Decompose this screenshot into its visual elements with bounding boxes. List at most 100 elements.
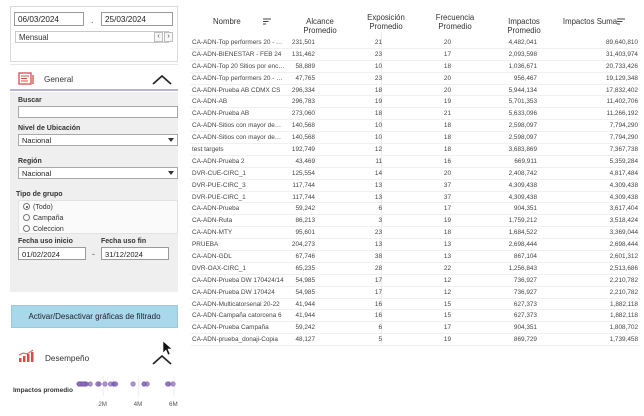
fecha-inicio-label: Fecha uso inicio	[18, 238, 73, 245]
cell-value: 204,273	[291, 241, 315, 249]
data-point[interactable]	[170, 381, 176, 387]
end-date-input[interactable]: 25/03/2024	[101, 12, 173, 26]
table-row[interactable]: CA-ADN-GDL 67,746 38 13 867,104 2,601,312	[190, 251, 640, 263]
table-row[interactable]: CA-ADN-Prueba AB CDMX CS 296,334 18 20 5,944…	[190, 85, 640, 97]
cell-value: 43,469	[295, 157, 315, 165]
tick-label: 2M	[98, 401, 107, 408]
sort-icon[interactable]	[617, 18, 625, 25]
table-row[interactable]: test targets 192,749 12 18 3,683,869 7,367,73…	[190, 144, 640, 156]
cell-value: 231,501	[291, 39, 315, 46]
radio-coleccion[interactable]: Coleccion	[23, 225, 64, 233]
radio-todo[interactable]: (Todo)	[23, 203, 53, 211]
cell-value: 10	[374, 122, 382, 130]
toggle-charts-button[interactable]: Activar/Desactivar gráficas de filtrado	[11, 305, 178, 328]
table-row[interactable]: CA-ADN-Prueba 2 43,469 11 16 669,911 5,359,28…	[190, 156, 640, 168]
data-point[interactable]	[80, 381, 86, 387]
table-row[interactable]: DVR-PUE-CIRC_1 117,744 13 37 4,309,438 4,309,…	[190, 192, 640, 204]
cell-value: 12	[443, 276, 451, 284]
cell-value: 627,373	[513, 312, 537, 320]
table-row[interactable]: CA-ADN-Sitios con mayor demanda... 140,56…	[190, 132, 640, 145]
cell-value: 10	[374, 134, 382, 142]
table-row[interactable]: CA-ADN-Campaña catorcena 6 41,944 16 15 627,…	[190, 310, 640, 323]
table-row[interactable]: CA-ADN-Top 20 Sitios por encima m... 58,8…	[190, 61, 640, 73]
table-row[interactable]: PRUEBA 204,273 13 13 2,698,444 2,698,444	[190, 239, 640, 252]
cell-value: 736,927	[513, 288, 537, 296]
table-row[interactable]: CA-ADN-Ruta 86,213 3 19 1,759,212 3,518,424	[190, 215, 640, 228]
cell-value: 67,746	[295, 253, 315, 261]
cell-value: 17	[374, 276, 382, 284]
table-row[interactable]: CA-ADN-prueba_donaji-Copia 48,127 5 19 869,7…	[190, 334, 640, 347]
cell-value: 16	[443, 157, 451, 165]
cell-value: 2,513,686	[609, 264, 638, 272]
table-row[interactable]: DVR-OAX-CIRC_1 65,235 28 22 1,256,843 2,513,6…	[190, 263, 640, 275]
data-point[interactable]	[108, 381, 114, 387]
cell-value: 21	[443, 110, 451, 118]
cell-value: 21	[374, 39, 382, 46]
cell-value: 904,351	[513, 205, 537, 213]
table-row[interactable]: DVR-CUE-CIRC_1 125,554 14 20 2,408,742 4,817,…	[190, 168, 640, 180]
cell-value: 2,210,782	[609, 276, 638, 284]
table-row[interactable]: CA-ADN-Prueba AB 273,060 18 21 5,633,096 11,2…	[190, 108, 640, 121]
cell-value: 7,794,290	[609, 122, 638, 130]
region-value: Nacional	[22, 169, 52, 178]
desempeno-section-header[interactable]: Desempeño	[10, 343, 178, 370]
fecha-fin-input[interactable]: 31/12/2024	[101, 247, 169, 260]
table-row[interactable]: CA-ADN-Prueba DW 170424/14 54,985 17 12 736,…	[190, 275, 640, 287]
table-row[interactable]: CA-ADN-Prueba DW 170424 54,985 17 12 736,927…	[190, 287, 640, 299]
data-point[interactable]	[130, 381, 136, 387]
data-point[interactable]	[95, 381, 101, 387]
cell-value: 296,783	[291, 98, 315, 106]
cell-value: 54,985	[295, 276, 315, 284]
table-row[interactable]: DVR-PUE-CIRC_3 117,744 13 37 4,309,438 4,309,…	[190, 180, 640, 192]
radio-icon	[23, 225, 30, 232]
general-section-header[interactable]: General	[10, 64, 178, 91]
cell-value: 140,568	[291, 122, 315, 130]
cell-value: 13	[443, 241, 451, 249]
period-prev-button[interactable]: ‹	[154, 32, 163, 42]
buscar-input[interactable]	[18, 106, 178, 118]
region-select[interactable]: Nacional	[18, 167, 178, 179]
table-row[interactable]: CA-ADN-BIENESTAR - FEB 24 131,462 23 17 2,09…	[190, 49, 640, 61]
data-point[interactable]	[165, 381, 171, 387]
cell-value: 669,911	[514, 157, 537, 165]
table-row[interactable]: CA-ADN-Top performers 20 - Frecu... 47,76…	[190, 73, 640, 85]
table-row[interactable]: CA-ADN-Sitios con mayor demanda... 140,56…	[190, 120, 640, 133]
cell-value: 13	[374, 193, 382, 201]
tick-label: 4M	[133, 401, 143, 408]
chevron-up-icon[interactable]	[152, 74, 172, 85]
cell-value: 956,467	[513, 74, 537, 82]
cell-value: 11,266,192	[606, 110, 638, 118]
cell-value: 2,601,312	[609, 253, 638, 261]
table-row[interactable]: CA-ADN-Multicatorsenal 20-22 41,944 16 15 62…	[190, 299, 640, 311]
sort-icon[interactable]	[263, 18, 271, 25]
cell-value: 86,213	[295, 217, 315, 225]
data-point[interactable]	[113, 381, 119, 387]
cell-value: 140,568	[291, 134, 315, 142]
cell-value: 5,701,353	[508, 98, 537, 106]
period-select[interactable]: Mensual	[15, 31, 169, 43]
table-row[interactable]: CA-ADN-Prueba 59,242 6 17 904,351 3,617,404	[190, 203, 640, 216]
table-row[interactable]: CA-ADN-Top performers 20 - Alcanc... 231,…	[190, 37, 640, 49]
table-row[interactable]: CA-ADN-AB 296,783 19 19 5,701,353 11,402,706	[190, 96, 640, 109]
period-next-button[interactable]: ›	[164, 32, 173, 42]
cell-value: 2,598,097	[508, 122, 537, 130]
cell-value: 18	[443, 146, 451, 154]
cell-value: 16	[374, 312, 382, 320]
fecha-inicio-input[interactable]: 01/02/2024	[18, 247, 86, 260]
table-row[interactable]: CA-ADN-Prueba Campaña 59,242 6 17 904,351 1,8…	[190, 322, 640, 335]
data-point[interactable]	[141, 381, 147, 387]
cell-value: 18	[374, 110, 382, 118]
data-point[interactable]	[76, 381, 82, 387]
table-row[interactable]: CA-ADN-MTY 95,601 23 18 1,684,522 3,369,044	[190, 227, 640, 240]
radio-campana[interactable]: Campaña	[23, 214, 63, 222]
cell-value: 18	[443, 229, 451, 237]
cell-value: 4,309,438	[508, 193, 537, 201]
nivel-select[interactable]: Nacional	[18, 134, 178, 146]
start-date-input[interactable]: 06/03/2024	[14, 12, 84, 26]
data-point[interactable]	[87, 381, 93, 387]
cell-value: 18	[443, 62, 451, 70]
cell-value: 1,808,702	[609, 324, 638, 332]
col-header-frecuencia: Frecuencia Promedio	[435, 13, 475, 31]
cell-value: 6	[378, 324, 382, 332]
data-point[interactable]	[102, 381, 108, 387]
